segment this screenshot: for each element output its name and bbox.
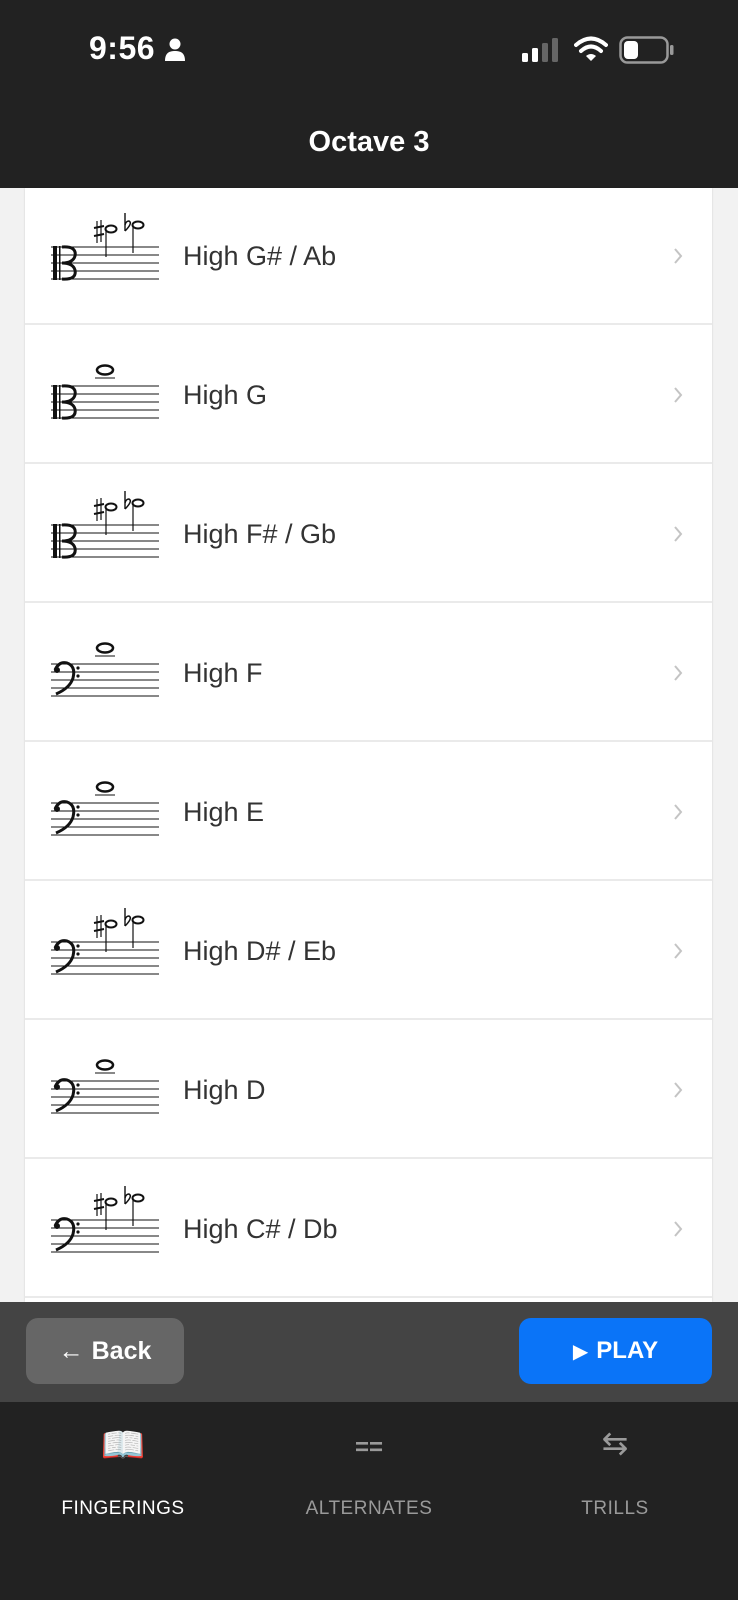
battery-icon bbox=[619, 36, 674, 64]
note-label: High F bbox=[183, 658, 263, 688]
person-icon bbox=[165, 38, 185, 61]
status-time: 9:56 bbox=[89, 30, 156, 66]
note-row[interactable]: High E bbox=[25, 743, 712, 881]
wifi-icon bbox=[574, 36, 608, 61]
note-row[interactable]: High F# / Gb bbox=[25, 465, 712, 603]
note-row[interactable]: High F bbox=[25, 604, 712, 742]
note-label: High G# / Ab bbox=[183, 241, 337, 271]
chevron-right-icon bbox=[674, 804, 683, 820]
note-row[interactable]: High C# / Db bbox=[25, 1160, 712, 1298]
music-staff-icon bbox=[51, 213, 159, 281]
open-book-icon: 📖 bbox=[100, 1424, 146, 1465]
play-icon: ▶ bbox=[572, 1340, 589, 1363]
note-label: High D bbox=[183, 1075, 266, 1105]
music-staff-icon bbox=[51, 1059, 159, 1114]
play-button-label: PLAY bbox=[596, 1337, 659, 1364]
note-row[interactable]: High G# / Ab bbox=[25, 188, 712, 325]
chevron-right-icon bbox=[674, 526, 683, 542]
note-label: High C# / Db bbox=[183, 1214, 338, 1244]
back-button-label: Back bbox=[91, 1336, 152, 1365]
music-staff-icon bbox=[51, 364, 159, 420]
music-staff-icon bbox=[51, 491, 159, 559]
chevron-right-icon bbox=[674, 943, 683, 959]
note-row[interactable]: High G bbox=[25, 326, 712, 464]
note-row[interactable]: High D bbox=[25, 1021, 712, 1159]
play-button[interactable]: ▶ PLAY bbox=[519, 1318, 712, 1384]
note-label: High G bbox=[183, 380, 268, 410]
tab-fingerings[interactable]: 📖 FINGERINGS bbox=[0, 1402, 246, 1542]
tab-trills[interactable]: ⇆ TRILLS bbox=[492, 1402, 738, 1542]
tab-alternates[interactable]: == ALTERNATES bbox=[246, 1402, 492, 1542]
music-staff-icon bbox=[51, 1186, 159, 1253]
note-row[interactable]: High D# / Eb bbox=[25, 882, 712, 1020]
note-label: High F# / Gb bbox=[183, 519, 337, 549]
chevron-right-icon bbox=[674, 1082, 683, 1098]
music-staff-icon bbox=[51, 781, 159, 836]
back-button[interactable]: ← Back bbox=[26, 1318, 184, 1384]
chevron-right-icon bbox=[674, 1221, 683, 1237]
music-staff-icon bbox=[51, 642, 159, 697]
chevron-right-icon bbox=[674, 387, 683, 403]
note-label: High D# / Eb bbox=[183, 936, 337, 966]
tab-fingerings-label: FINGERINGS bbox=[61, 1498, 185, 1519]
page-title: Octave 3 bbox=[308, 126, 430, 158]
note-label: High E bbox=[183, 797, 265, 827]
chevron-right-icon bbox=[674, 665, 683, 681]
arrow-left-icon: ← bbox=[58, 1336, 84, 1365]
status-bar: 9:56 bbox=[0, 0, 738, 100]
swap-arrows-icon: ⇆ bbox=[601, 1425, 629, 1461]
signal-icon bbox=[522, 38, 558, 62]
chevron-right-icon bbox=[674, 248, 683, 264]
music-staff-icon bbox=[51, 908, 159, 975]
alternates-icon: == bbox=[354, 1434, 384, 1461]
note-list[interactable]: High G# / Ab High G High F# / Gb High F High… bbox=[25, 188, 712, 1302]
tab-trills-label: TRILLS bbox=[581, 1498, 649, 1519]
tab-alternates-label: ALTERNATES bbox=[305, 1498, 433, 1519]
